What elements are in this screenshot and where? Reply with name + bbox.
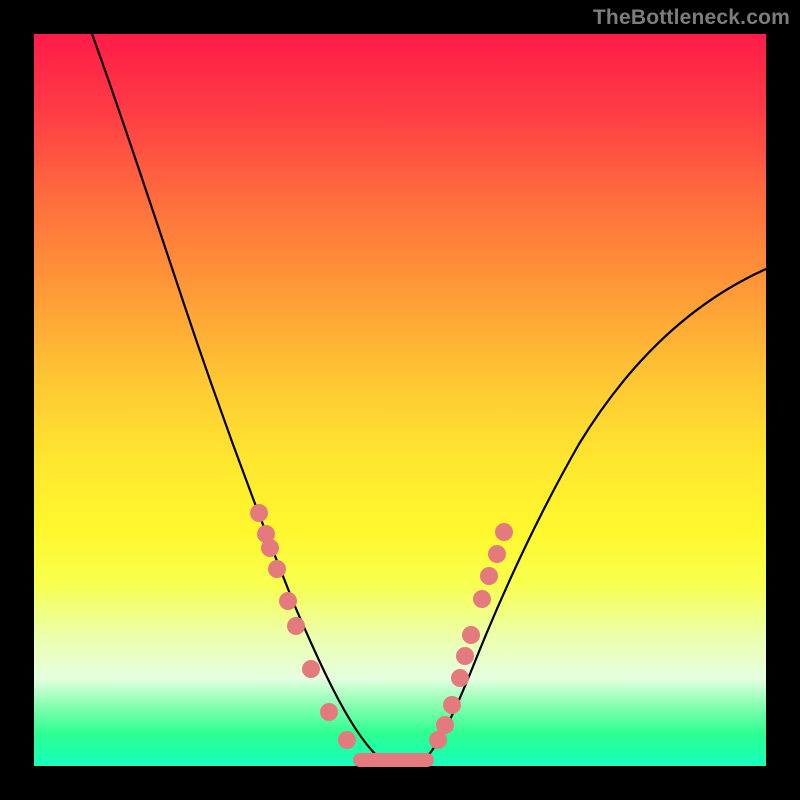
marker-dot	[462, 626, 480, 644]
marker-dot	[488, 545, 506, 563]
bottleneck-curve	[92, 34, 766, 762]
watermark-text: TheBottleneck.com	[593, 6, 790, 30]
left-markers	[250, 504, 356, 749]
marker-dot	[250, 504, 268, 522]
marker-dot	[338, 731, 356, 749]
marker-dot	[320, 703, 338, 721]
marker-dot	[473, 590, 491, 608]
curve-svg	[34, 34, 766, 766]
marker-dot	[443, 696, 461, 714]
marker-dot	[279, 592, 297, 610]
chart-stage: TheBottleneck.com	[0, 0, 800, 800]
plot-area	[34, 34, 766, 766]
marker-dot	[495, 523, 513, 541]
marker-dot	[302, 660, 320, 678]
marker-dot	[451, 669, 469, 687]
marker-dot	[436, 716, 454, 734]
marker-dot	[456, 647, 474, 665]
marker-dot	[261, 539, 279, 557]
right-markers	[429, 523, 513, 749]
marker-dot	[268, 560, 286, 578]
marker-dot	[287, 617, 305, 635]
marker-dot	[480, 567, 498, 585]
